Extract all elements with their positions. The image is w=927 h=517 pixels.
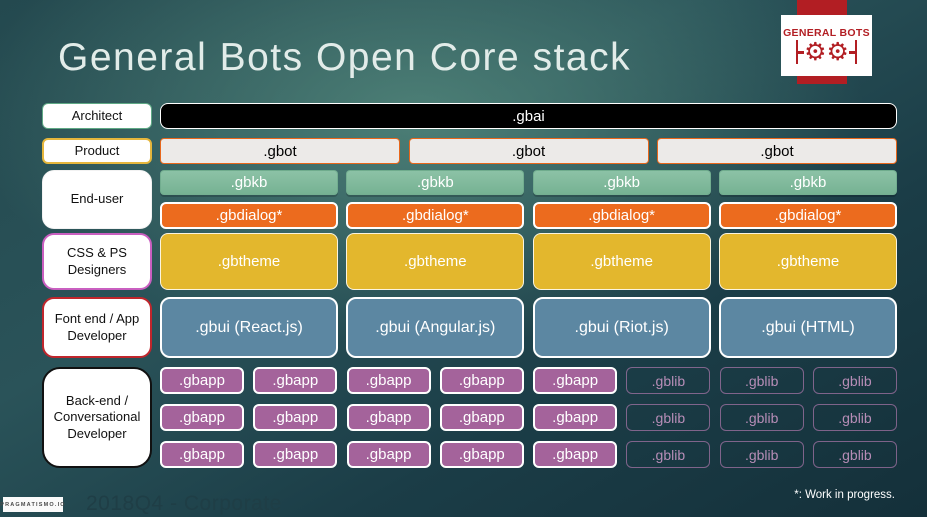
- gbapp-box: .gbapp: [439, 404, 524, 431]
- gbot-box: .gbot: [657, 138, 897, 164]
- row-gbot: .gbot .gbot .gbot: [160, 138, 897, 164]
- gbkb-box: .gbkb: [160, 170, 338, 195]
- gbapp-box: .gbapp: [253, 404, 338, 431]
- row-dev-1: .gbapp .gbapp .gbapp .gbapp .gbapp .gbli…: [160, 367, 897, 394]
- row-gbtheme: .gbtheme .gbtheme .gbtheme .gbtheme: [160, 233, 897, 290]
- gbkb-box: .gbkb: [718, 170, 897, 195]
- gbapp-box: .gbapp: [160, 441, 244, 468]
- gblib-box: .gblib: [719, 441, 804, 468]
- gbtheme-box: .gbtheme: [346, 233, 525, 290]
- gbapp-box: .gbapp: [253, 367, 338, 394]
- gblib-box: .gblib: [626, 404, 711, 431]
- gbapp-box: .gbapp: [253, 441, 338, 468]
- row-dev-3: .gbapp .gbapp .gbapp .gbapp .gbapp .gbli…: [160, 441, 897, 468]
- row-gbai: .gbai: [160, 103, 897, 129]
- pragmatismo-badge: PRAGMATISMO.IO: [0, 497, 65, 512]
- gbdialog-box: .gbdialog*: [718, 202, 897, 229]
- gbapp-box: .gbapp: [533, 367, 618, 394]
- gbai-box: .gbai: [160, 103, 897, 129]
- gbot-box: .gbot: [160, 138, 400, 164]
- gbapp-box: .gbapp: [439, 367, 524, 394]
- gbot-box: .gbot: [408, 138, 649, 164]
- gear-icon: ⚙: [826, 37, 849, 66]
- gblib-box: .gblib: [812, 404, 897, 431]
- row-gbui: .gbui (React.js) .gbui (Angular.js) .gbu…: [160, 297, 897, 358]
- gbdialog-box: .gbdialog*: [532, 202, 711, 229]
- row-dev-2: .gbapp .gbapp .gbapp .gbapp .gbapp .gbli…: [160, 404, 897, 431]
- gbui-html-box: .gbui (HTML): [718, 297, 897, 358]
- gbapp-box: .gbapp: [533, 441, 618, 468]
- gears-icon: ⚙ ⚙: [795, 37, 858, 66]
- gbapp-box: .gbapp: [160, 367, 244, 394]
- role-label-architect: Architect: [42, 103, 152, 129]
- gblib-box: .gblib: [812, 441, 897, 468]
- gblib-box: .gblib: [812, 367, 897, 394]
- gbapp-box: .gbapp: [533, 404, 618, 431]
- gbui-react-box: .gbui (React.js): [160, 297, 338, 358]
- role-label-frontend-app-developer: Font end / App Developer: [42, 297, 152, 358]
- role-label-backend-conversational-developer: Back-end / Conversational Developer: [42, 367, 152, 468]
- gbapp-box: .gbapp: [346, 404, 431, 431]
- gbtheme-box: .gbtheme: [532, 233, 711, 290]
- gbui-riot-box: .gbui (Riot.js): [532, 297, 711, 358]
- gbtheme-box: .gbtheme: [718, 233, 897, 290]
- gear-icon: ⚙: [804, 37, 827, 66]
- gbapp-box: .gbapp: [160, 404, 244, 431]
- gblib-box: .gblib: [719, 367, 804, 394]
- gbdialog-box: .gbdialog*: [160, 202, 338, 229]
- gblib-box: .gblib: [719, 404, 804, 431]
- role-label-end-user: End-user: [42, 170, 152, 229]
- page-title: General Bots Open Core stack: [58, 36, 632, 79]
- gbtheme-box: .gbtheme: [160, 233, 338, 290]
- work-in-progress-note: *: Work in progress.: [794, 489, 895, 501]
- gbapp-box: .gbapp: [346, 441, 431, 468]
- gblib-box: .gblib: [626, 441, 711, 468]
- role-label-product: Product: [42, 138, 152, 164]
- row-gbkb: .gbkb .gbkb .gbkb .gbkb: [160, 170, 897, 195]
- row-gbdialog: .gbdialog* .gbdialog* .gbdialog* .gbdial…: [160, 202, 897, 229]
- gblib-box: .gblib: [626, 367, 711, 394]
- gbui-angular-box: .gbui (Angular.js): [346, 297, 525, 358]
- gbdialog-box: .gbdialog*: [346, 202, 525, 229]
- footer-edition-text: 2018Q4 - Corporate: [86, 492, 282, 515]
- logo-right-bar: [854, 40, 858, 64]
- gbkb-box: .gbkb: [532, 170, 711, 195]
- slide-canvas: General Bots Open Core stack GENERAL BOT…: [0, 0, 927, 517]
- general-bots-logo: GENERAL BOTS ⚙ ⚙: [781, 15, 872, 76]
- gbapp-box: .gbapp: [346, 367, 431, 394]
- role-label-css-ps-designers: CSS & PS Designers: [42, 233, 152, 290]
- gbkb-box: .gbkb: [346, 170, 525, 195]
- gbapp-box: .gbapp: [439, 441, 524, 468]
